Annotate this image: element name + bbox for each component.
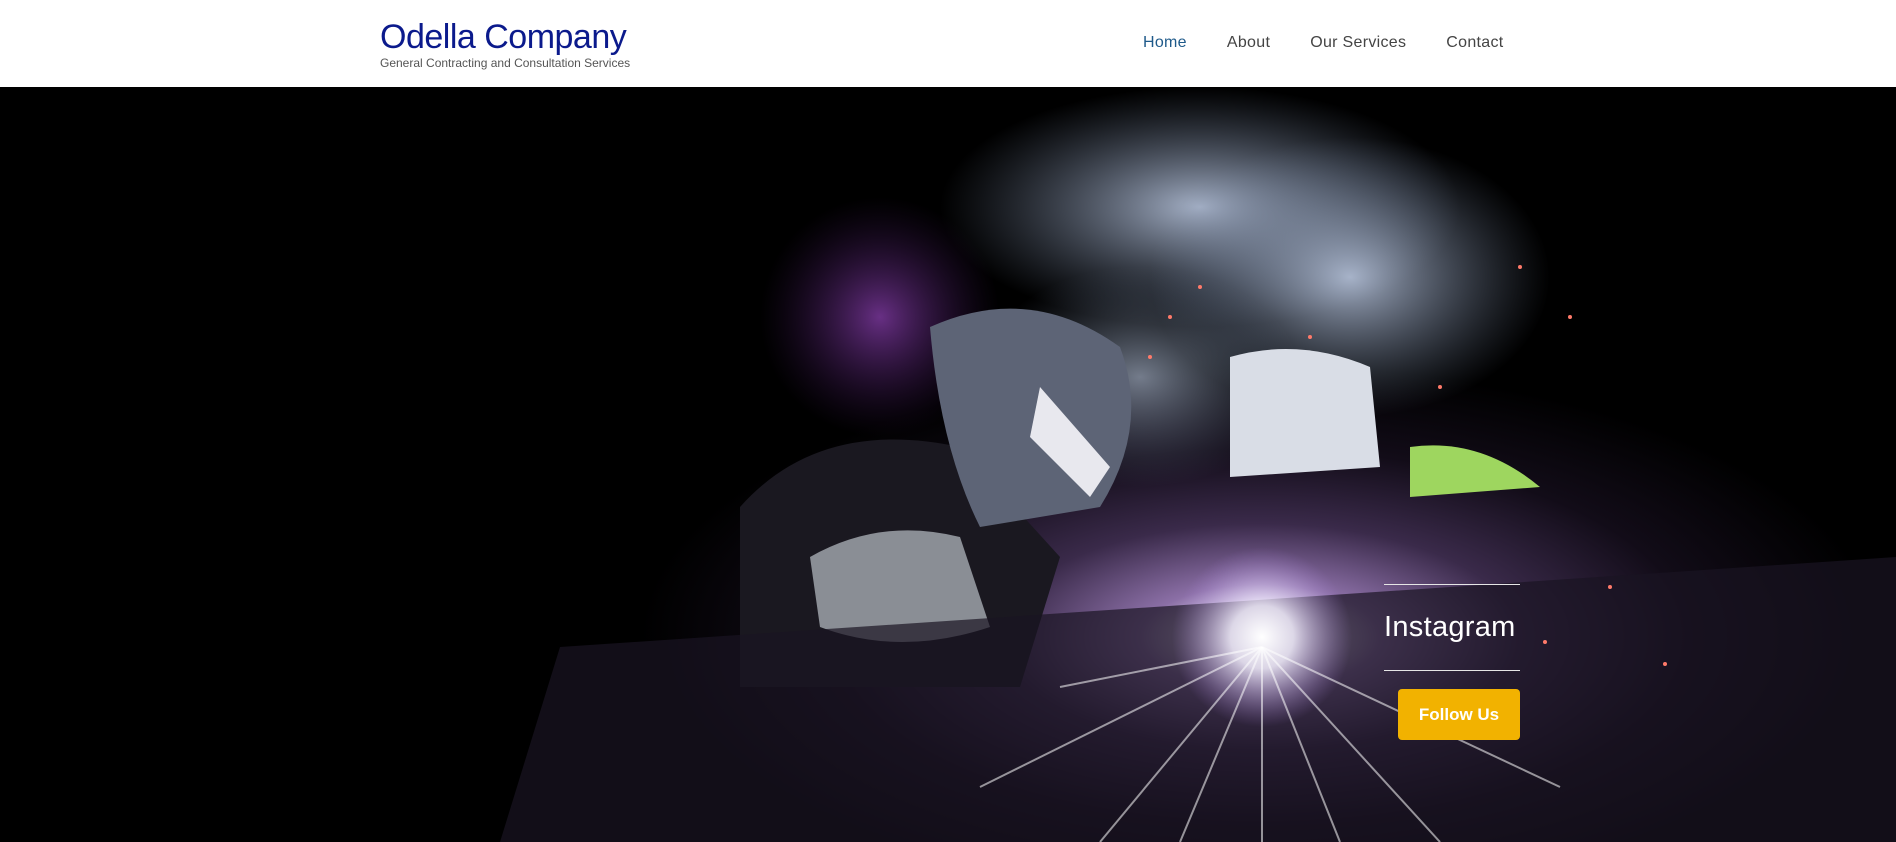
- brand-tagline: General Contracting and Consultation Ser…: [380, 56, 631, 70]
- second-helmet: [1230, 349, 1380, 477]
- hero-image: [500, 87, 1896, 842]
- safety-vest: [1410, 445, 1540, 497]
- instagram-label: Instagram: [1384, 611, 1516, 643]
- nav-our-services[interactable]: Our Services: [1310, 34, 1406, 52]
- follow-us-button[interactable]: Follow Us: [1398, 689, 1520, 740]
- nav-contact[interactable]: Contact: [1446, 34, 1503, 52]
- instagram-block: Instagram Follow Us: [1384, 584, 1520, 740]
- nav-home[interactable]: Home: [1143, 34, 1187, 52]
- brand[interactable]: Odella Company General Contracting and C…: [380, 18, 630, 70]
- nav-about[interactable]: About: [1227, 34, 1270, 52]
- brand-title[interactable]: Odella Company: [380, 18, 630, 56]
- hero-banner: Instagram Follow Us: [0, 87, 1896, 842]
- site-header: Odella Company General Contracting and C…: [0, 0, 1896, 87]
- main-nav: Home About Our Services Contact: [1143, 34, 1544, 52]
- divider-top: [1384, 584, 1520, 585]
- divider-bottom: [1384, 670, 1520, 671]
